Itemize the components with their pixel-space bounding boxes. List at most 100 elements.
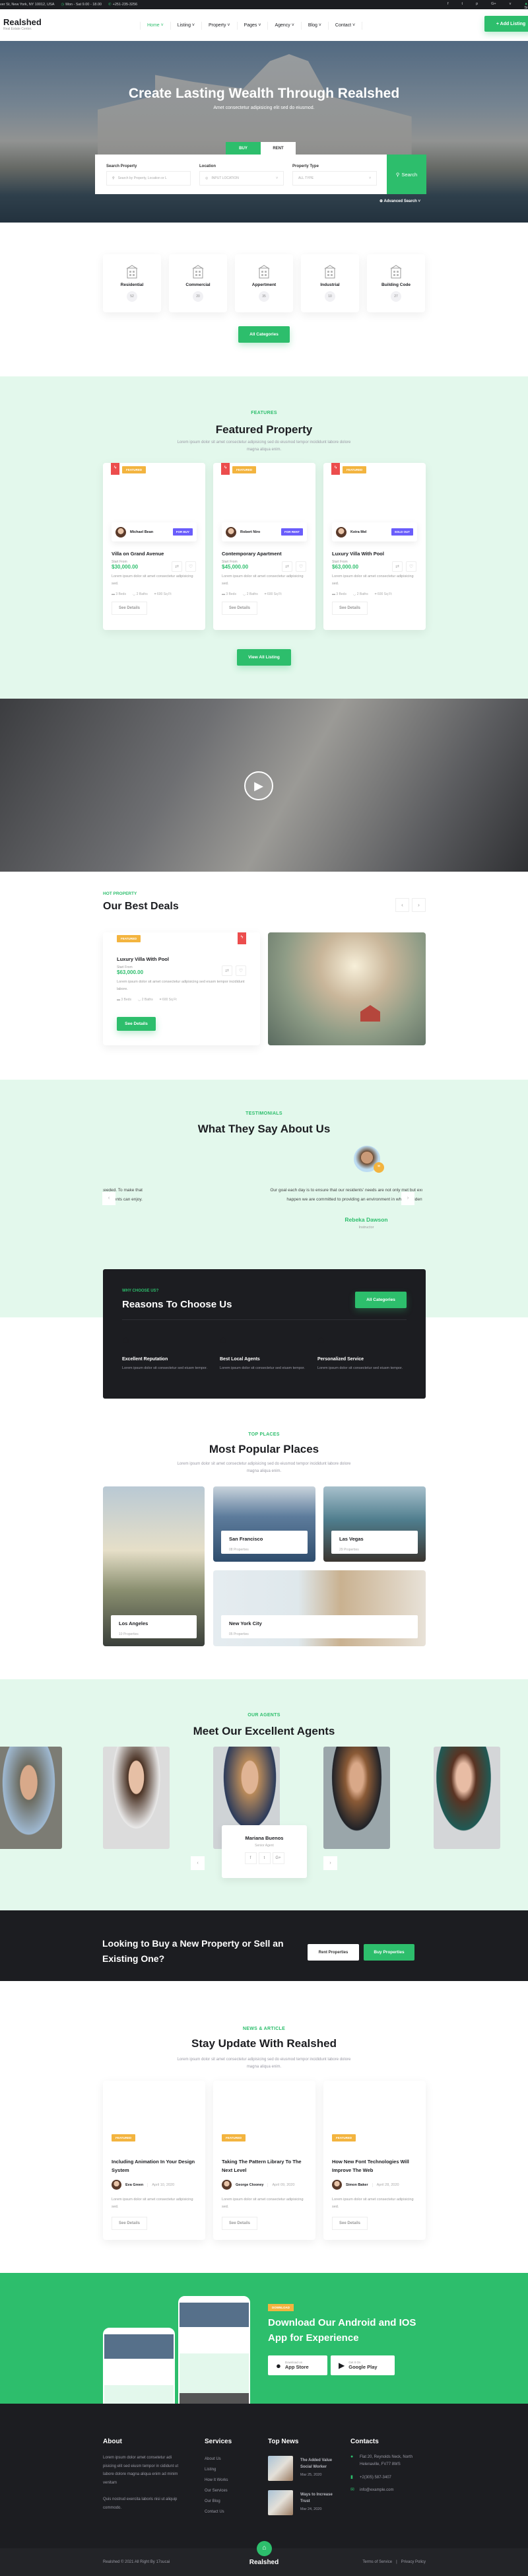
all-categories-button[interactable]: All Categories bbox=[355, 1292, 407, 1308]
reason-text: Lorem ipsum dolor sit consectetur sed ei… bbox=[122, 1366, 208, 1370]
place-card[interactable]: New York City 05 Properties bbox=[213, 1570, 426, 1646]
footer-link[interactable]: About Us bbox=[205, 2454, 228, 2464]
blog-title[interactable]: Taking The Pattern Library To The Next L… bbox=[222, 2157, 307, 2175]
appstore-label: App Store bbox=[284, 2364, 309, 2370]
next-arrow[interactable]: › bbox=[323, 1856, 337, 1870]
agent-name[interactable]: Robert Niro bbox=[240, 530, 260, 534]
all-categories-button[interactable]: All Categories bbox=[238, 326, 290, 343]
place-card[interactable]: Los Angeles 10 Properties bbox=[103, 1486, 205, 1646]
footer-link[interactable]: Contact Us bbox=[205, 2507, 228, 2517]
facebook-icon[interactable]: f bbox=[447, 2, 449, 9]
next-arrow[interactable]: › bbox=[401, 1192, 414, 1205]
next-arrow[interactable]: › bbox=[412, 898, 426, 912]
nav-item[interactable]: Blog ˅ bbox=[302, 22, 329, 30]
search-input[interactable]: ⚲ Search by Property, Location or L bbox=[106, 171, 191, 186]
nav-item[interactable]: Property ˅ bbox=[202, 22, 238, 30]
see-details-button[interactable]: See Details bbox=[222, 2217, 258, 2230]
view-all-listing-button[interactable]: View All Listing bbox=[237, 649, 291, 666]
see-details-button[interactable]: See Details bbox=[112, 602, 148, 615]
category-card[interactable]: Commercial 20 bbox=[169, 254, 227, 312]
play-button[interactable]: ▶ bbox=[244, 771, 273, 800]
category-card[interactable]: Building Code 27 bbox=[367, 254, 425, 312]
author-name[interactable]: Simon Baker bbox=[346, 2183, 368, 2187]
tab-rent[interactable]: RENT bbox=[261, 142, 296, 155]
nav-item[interactable]: Home ˅ bbox=[140, 22, 171, 30]
prev-arrow[interactable]: ‹ bbox=[102, 1192, 116, 1205]
footer-contacts-title: Contacts bbox=[350, 2438, 379, 2445]
category-card[interactable]: Residential 52 bbox=[103, 254, 161, 312]
blog-excerpt: Lorem ipsum dolor sit amet consectetur a… bbox=[112, 2198, 193, 2209]
logo[interactable]: Realshed Real Estate Center. bbox=[3, 17, 42, 31]
location-select[interactable]: ◎ INPUT LOCATION ˅ bbox=[199, 171, 284, 186]
prev-arrow[interactable]: ‹ bbox=[191, 1856, 205, 1870]
agent-name[interactable]: Mariana Buenos bbox=[222, 1835, 307, 1841]
tab-buy[interactable]: BUY bbox=[226, 142, 261, 155]
property-title[interactable]: Contemporary Apartment bbox=[222, 551, 307, 557]
nav-item[interactable]: Contact ˅ bbox=[329, 22, 363, 30]
prev-arrow[interactable]: ‹ bbox=[395, 898, 409, 912]
app-store-button[interactable]: ● Download on App Store bbox=[268, 2355, 327, 2375]
see-details-button[interactable]: See Details bbox=[112, 2217, 148, 2230]
footer-link[interactable]: How It Works bbox=[205, 2475, 228, 2486]
twitter-icon[interactable]: t bbox=[258, 1852, 271, 1864]
add-listing-button[interactable]: + Add Listing bbox=[484, 16, 528, 32]
reason-title: Best Local Agents bbox=[220, 1357, 260, 1362]
footer-logo[interactable]: Realshed bbox=[0, 2559, 528, 2566]
footer-link[interactable]: Our Blog bbox=[205, 2496, 228, 2507]
category-name: Commercial bbox=[185, 283, 211, 287]
see-details-button[interactable]: See Details bbox=[117, 1017, 156, 1031]
google-play-button[interactable]: ▶ Get It On Google Play bbox=[331, 2355, 395, 2375]
agent-photo[interactable] bbox=[103, 1747, 170, 1849]
footer-email[interactable]: info@example.com bbox=[360, 2486, 393, 2495]
facebook-icon[interactable]: f bbox=[244, 1852, 257, 1864]
blog-title[interactable]: Including Animation In Your Design Syste… bbox=[112, 2157, 197, 2175]
privacy-link[interactable]: Privacy Policy bbox=[401, 2560, 426, 2564]
advanced-search-link[interactable]: ⊕ Advanced Search ˅ bbox=[380, 199, 420, 203]
see-details-button[interactable]: See Details bbox=[222, 602, 258, 615]
blog-image[interactable]: FEATURED bbox=[103, 2081, 205, 2149]
blog-title[interactable]: How New Font Technologies Will Improve T… bbox=[332, 2157, 417, 2175]
category-card[interactable]: Appertment 35 bbox=[235, 254, 293, 312]
news-item[interactable]: The Added Value Social Worker Mar 25, 20… bbox=[268, 2456, 347, 2481]
footer-phone[interactable]: +2(305) 587-3407 bbox=[360, 2474, 391, 2482]
place-card[interactable]: San Francisco 08 Properties bbox=[213, 1486, 315, 1562]
type-select[interactable]: ALL TYPE ˅ bbox=[292, 171, 377, 186]
footer-address: Flat 20, Reynolds Neck, North Helenavill… bbox=[360, 2455, 413, 2466]
beds-label: 3 Beds bbox=[226, 592, 236, 596]
author-name[interactable]: George Clooney bbox=[236, 2183, 263, 2187]
see-details-button[interactable]: See Details bbox=[332, 2217, 368, 2230]
section-desc: Lorem ipsum dolor sit amet consectetur a… bbox=[177, 2058, 351, 2069]
category-count: 27 bbox=[391, 291, 401, 302]
buy-properties-button[interactable]: Buy Properties bbox=[364, 1944, 414, 1961]
see-details-button[interactable]: See Details bbox=[332, 602, 368, 615]
place-card[interactable]: Las Vegas 29 Properties bbox=[323, 1486, 426, 1562]
search-button[interactable]: ⚲ Search bbox=[387, 155, 426, 194]
google-plus-icon[interactable]: G+ bbox=[491, 2, 496, 9]
agent-photo[interactable] bbox=[323, 1747, 390, 1849]
signin-link[interactable]: ▲ Si bbox=[524, 2, 528, 9]
agent-name[interactable]: Keira Mel bbox=[350, 530, 366, 534]
nav-item[interactable]: Pages ˅ bbox=[238, 22, 269, 30]
google-plus-icon[interactable]: G+ bbox=[272, 1852, 284, 1864]
blog-image[interactable]: FEATURED bbox=[323, 2081, 426, 2149]
twitter-icon[interactable]: t bbox=[462, 2, 463, 9]
property-title[interactable]: Villa on Grand Avenue bbox=[112, 551, 197, 557]
author-name[interactable]: Eva Green bbox=[125, 2183, 143, 2187]
rent-properties-button[interactable]: Rent Properties bbox=[308, 1944, 359, 1961]
footer-link[interactable]: Listing bbox=[205, 2464, 228, 2475]
blog-image[interactable]: FEATURED bbox=[213, 2081, 315, 2149]
terms-link[interactable]: Terms of Service bbox=[362, 2560, 392, 2564]
nav-item[interactable]: Listing ˅ bbox=[171, 22, 203, 30]
pinterest-icon[interactable]: p bbox=[476, 2, 478, 9]
agent-photo[interactable] bbox=[434, 1747, 500, 1849]
footer-link[interactable]: Our Services bbox=[205, 2486, 228, 2496]
deal-title[interactable]: Luxury Villa With Pool bbox=[117, 956, 249, 962]
category-card[interactable]: Industrial 10 bbox=[301, 254, 359, 312]
nav-item[interactable]: Agency ˅ bbox=[268, 22, 302, 30]
vimeo-icon[interactable]: v bbox=[510, 2, 512, 9]
agent-photo[interactable] bbox=[0, 1747, 62, 1849]
news-item[interactable]: Ways to Increase Trust Mar 24, 2020 bbox=[268, 2490, 347, 2515]
category-name: Industrial bbox=[320, 283, 340, 287]
property-title[interactable]: Luxury Villa With Pool bbox=[332, 551, 417, 557]
agent-name[interactable]: Michael Bean bbox=[130, 530, 153, 534]
